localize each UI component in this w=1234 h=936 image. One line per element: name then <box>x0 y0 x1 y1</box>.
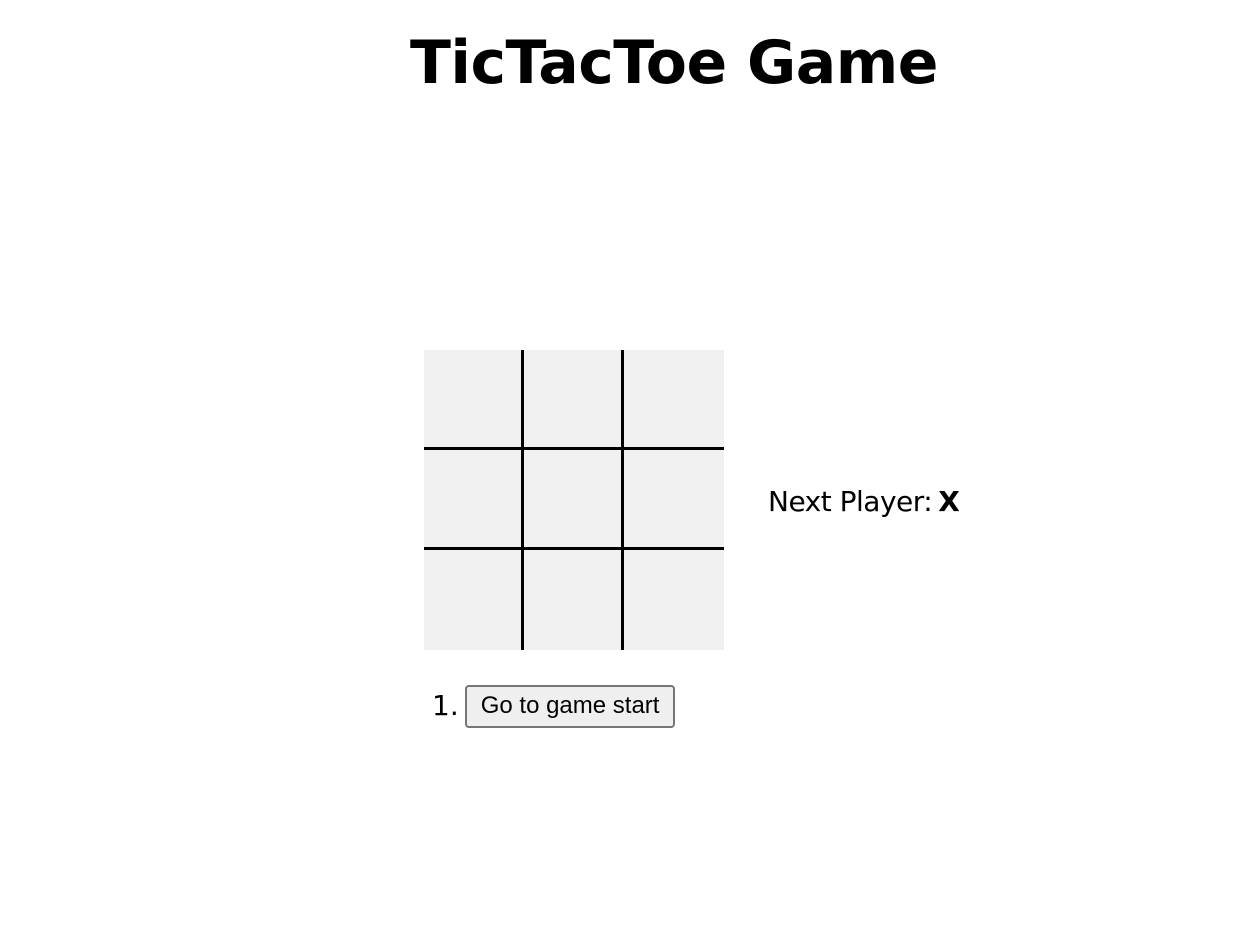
board-cell-3[interactable] <box>424 450 524 550</box>
board-cell-7[interactable] <box>524 550 624 650</box>
move-history: 1. Go to game start <box>432 684 676 728</box>
game-status: Next Player: X <box>768 484 960 520</box>
go-to-game-start-button[interactable]: Go to game start <box>464 684 676 728</box>
board-cell-2[interactable] <box>624 350 724 450</box>
move-number: 1. <box>432 689 459 722</box>
board-cell-4[interactable] <box>524 450 624 550</box>
next-player: X <box>938 485 960 518</box>
page-title: TicTacToe Game <box>409 28 939 98</box>
game-board <box>424 350 724 650</box>
game-page: TicTacToe Game Next Player: X 1. Go to ga… <box>0 0 1234 936</box>
board-cell-8[interactable] <box>624 550 724 650</box>
move-history-item: 1. Go to game start <box>432 684 676 728</box>
board-cell-1[interactable] <box>524 350 624 450</box>
board-cell-5[interactable] <box>624 450 724 550</box>
board-cell-0[interactable] <box>424 350 524 450</box>
board-cell-6[interactable] <box>424 550 524 650</box>
status-label: Next Player: <box>768 485 933 518</box>
